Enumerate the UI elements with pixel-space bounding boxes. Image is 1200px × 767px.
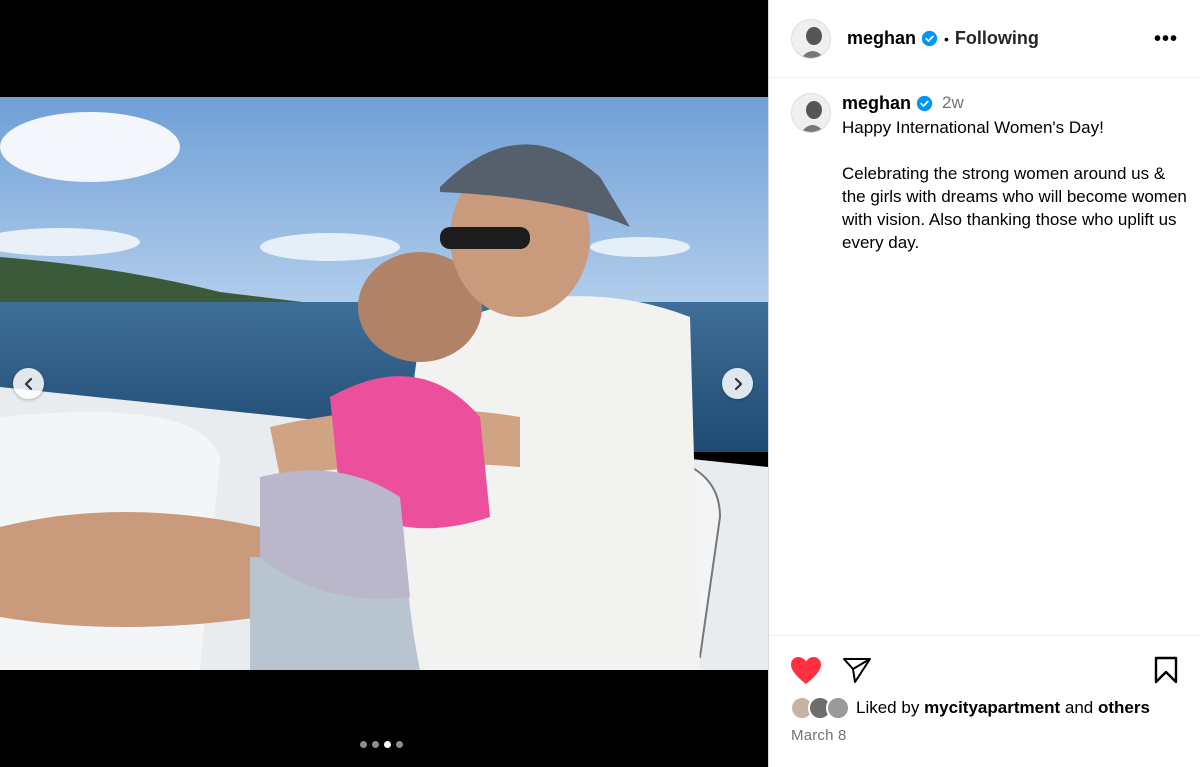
carousel-dot-active — [384, 741, 391, 748]
caption-timestamp[interactable]: 2w — [942, 93, 964, 113]
liked-by-prefix: Liked by — [856, 698, 920, 717]
carousel-dot — [396, 741, 403, 748]
header-separator: • — [944, 30, 949, 47]
carousel-next-button[interactable] — [722, 368, 753, 399]
author-username[interactable]: meghan — [847, 28, 916, 49]
liked-by-others-link[interactable]: others — [1098, 698, 1150, 717]
carousel-dot — [360, 741, 367, 748]
post-header: meghan • Following ••• — [769, 0, 1200, 78]
caption-username[interactable]: meghan — [842, 93, 911, 114]
liked-by-user-link[interactable]: mycityapartment — [924, 698, 1060, 717]
carousel-indicator — [360, 741, 403, 748]
paper-plane-icon[interactable] — [842, 656, 872, 684]
post-actions: Liked by mycityapartment and others Marc… — [769, 635, 1200, 767]
heart-filled-icon[interactable] — [790, 656, 822, 685]
carousel-dot — [372, 741, 379, 748]
caption-header: meghan 2w — [842, 90, 1187, 116]
post-date[interactable]: March 8 — [791, 727, 847, 744]
liked-by-text: Liked by mycityapartment and others — [856, 698, 1150, 718]
more-horizontal-icon[interactable]: ••• — [1154, 28, 1178, 51]
following-button[interactable]: Following — [955, 28, 1039, 49]
chevron-right-icon — [734, 377, 742, 390]
post-photo[interactable] — [0, 97, 768, 670]
action-icons-row — [790, 656, 1178, 686]
caption-body: meghan 2w Happy International Women's Da… — [842, 90, 1187, 254]
post-side-panel: meghan • Following ••• meghan 2w Happy I… — [768, 0, 1200, 767]
post-caption: meghan 2w Happy International Women's Da… — [791, 90, 1187, 254]
author-avatar[interactable] — [791, 18, 831, 59]
likes-summary: Liked by mycityapartment and others — [790, 696, 1150, 720]
verified-badge-icon — [916, 95, 933, 111]
chevron-left-icon — [24, 377, 32, 390]
bookmark-icon[interactable] — [1154, 656, 1178, 684]
caption-text: Happy International Women's Day! Celebra… — [842, 118, 1187, 252]
liked-by-and: and — [1064, 698, 1094, 717]
carousel-prev-button[interactable] — [13, 368, 44, 399]
post-media — [0, 0, 768, 767]
caption-avatar[interactable] — [791, 93, 831, 133]
liker-avatar[interactable] — [826, 696, 850, 720]
verified-badge-icon — [921, 30, 938, 47]
